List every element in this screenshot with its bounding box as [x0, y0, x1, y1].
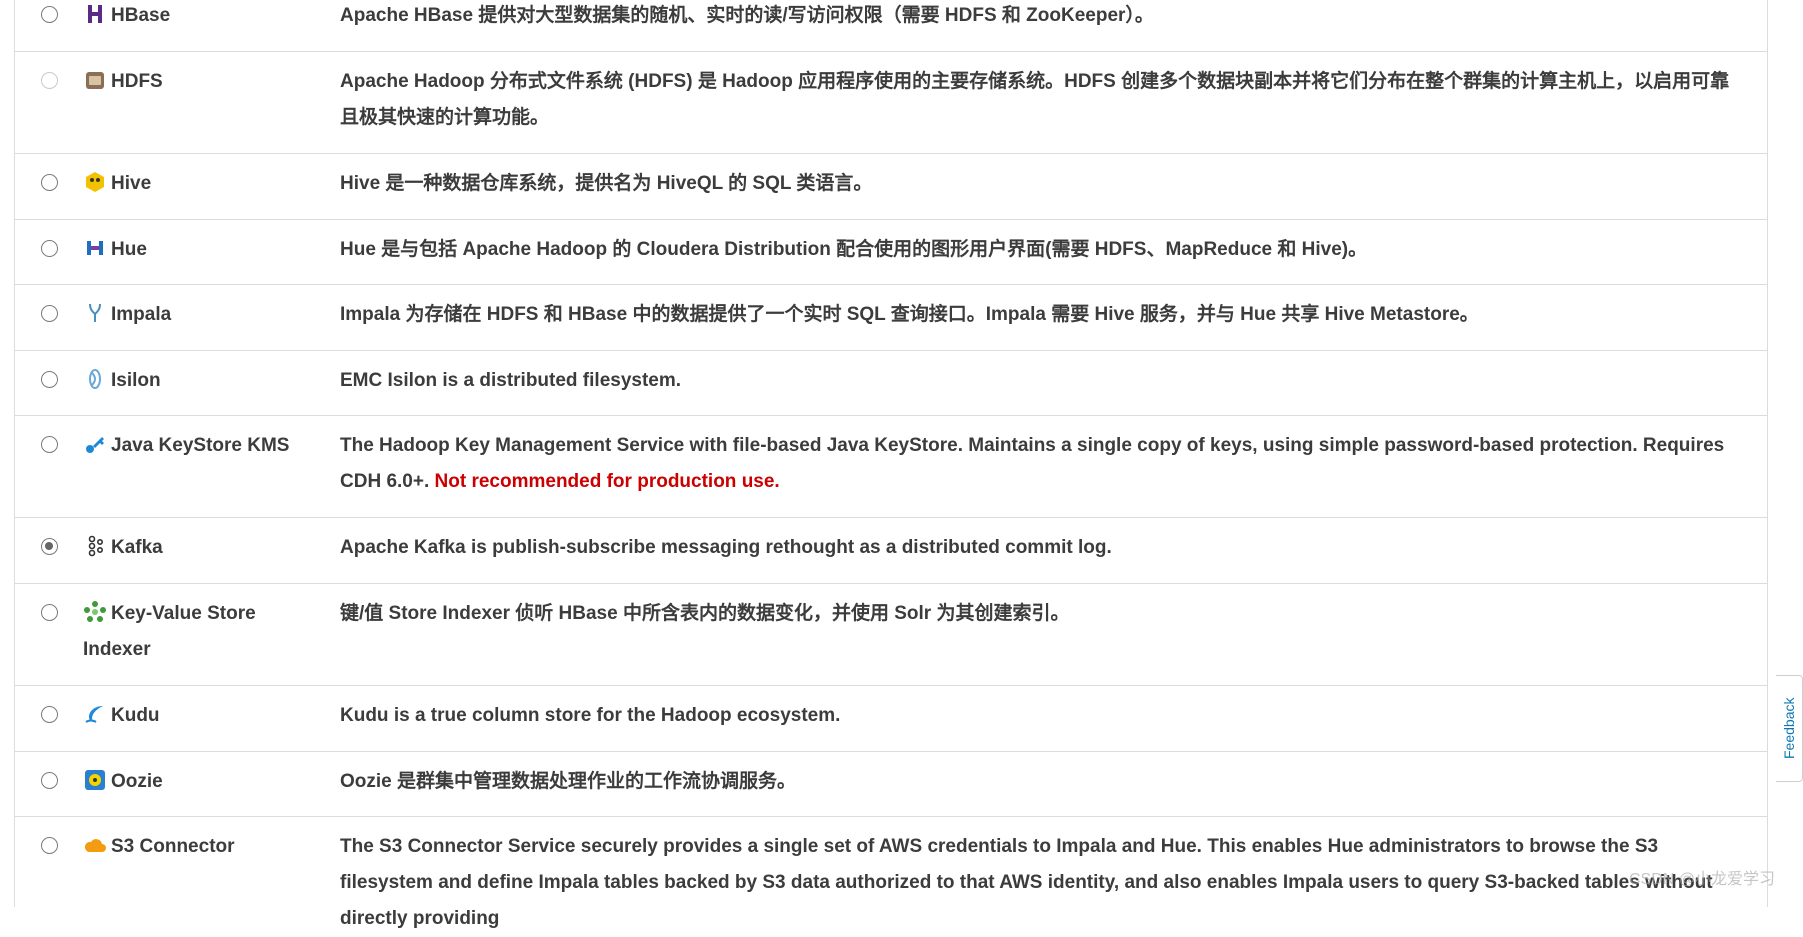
service-radio-hbase[interactable]: [41, 6, 58, 23]
service-name: Hue: [111, 239, 147, 260]
service-name: Isilon: [111, 370, 161, 391]
service-row-impala[interactable]: Impala Impala 为存储在 HDFS 和 HBase 中的数据提供了一…: [15, 285, 1767, 351]
feedback-tab[interactable]: Feedback: [1776, 675, 1803, 782]
hdfs-icon: [86, 72, 104, 89]
service-name-cell: S3 Connector: [83, 829, 298, 865]
service-row-java-keystore-kms[interactable]: Java KeyStore KMS The Hadoop Key Managem…: [15, 416, 1767, 518]
service-row-hue[interactable]: Hue Hue 是与包括 Apache Hadoop 的 Cloudera Di…: [15, 220, 1767, 285]
service-radio-kudu[interactable]: [41, 706, 58, 723]
service-name: Kafka: [111, 537, 163, 558]
service-name-cell: Kudu: [83, 698, 298, 734]
service-radio-isilon[interactable]: [41, 371, 58, 388]
service-table: HBase Apache HBase 提供对大型数据集的随机、实时的读/写访问权…: [14, 0, 1768, 929]
service-row-key-value-store-indexer[interactable]: Key-Value Store Indexer 键/值 Store Indexe…: [15, 584, 1767, 686]
s3-connector-icon: [84, 839, 106, 852]
service-name-cell: Isilon: [83, 363, 298, 399]
service-description: EMC Isilon is a distributed filesystem.: [340, 370, 682, 391]
service-name-cell: Oozie: [83, 764, 298, 800]
service-name-cell: Hue: [83, 232, 298, 268]
service-description: Apache Hadoop 分布式文件系统 (HDFS) 是 Hadoop 应用…: [340, 71, 1730, 128]
service-name: Oozie: [111, 771, 163, 792]
service-description: Impala 为存储在 HDFS 和 HBase 中的数据提供了一个实时 SQL…: [340, 304, 1479, 325]
service-row-oozie[interactable]: Oozie Oozie 是群集中管理数据处理作业的工作流协调服务。: [15, 752, 1767, 817]
java-keystore-icon: [86, 437, 104, 453]
service-description: The S3 Connector Service securely provid…: [340, 836, 1713, 929]
hive-icon: [86, 172, 104, 192]
service-name-cell: Key-Value Store Indexer: [83, 596, 298, 668]
service-name: Key-Value Store Indexer: [83, 603, 256, 660]
isilon-icon: [89, 369, 101, 389]
kudu-icon: [85, 706, 103, 723]
service-name-cell: Kafka: [83, 530, 298, 566]
service-description: Kudu is a true column store for the Hado…: [340, 705, 841, 726]
service-radio-hdfs: [41, 72, 58, 89]
kafka-icon: [88, 535, 104, 557]
service-description: The Hadoop Key Management Service with f…: [340, 428, 1737, 500]
service-description: 键/值 Store Indexer 侦听 HBase 中所含表内的数据变化，并使…: [340, 603, 1070, 624]
service-row-hive[interactable]: Hive Hive 是一种数据仓库系统，提供名为 HiveQL 的 SQL 类语…: [15, 154, 1767, 220]
service-name-cell: Impala: [83, 297, 298, 333]
service-radio-s3-connector[interactable]: [41, 837, 58, 854]
impala-icon: [89, 303, 101, 322]
key-value-store-icon: [84, 601, 106, 622]
hbase-icon: [88, 5, 102, 23]
service-description: Oozie 是群集中管理数据处理作业的工作流协调服务。: [340, 771, 797, 792]
production-warning: Not recommended for production use.: [434, 471, 780, 492]
service-row-kudu[interactable]: Kudu Kudu is a true column store for the…: [15, 686, 1767, 752]
service-name-cell: Hive: [83, 166, 298, 202]
service-radio-key-value-store-indexer[interactable]: [41, 604, 58, 621]
service-description: Apache HBase 提供对大型数据集的随机、实时的读/写访问权限（需要 H…: [340, 5, 1154, 26]
service-name-cell: HBase: [83, 0, 298, 34]
service-name: Kudu: [111, 705, 160, 726]
service-name-cell: Java KeyStore KMS: [83, 428, 323, 464]
service-radio-hue[interactable]: [41, 240, 58, 257]
service-name-cell: HDFS: [83, 64, 298, 100]
oozie-icon: [85, 770, 105, 790]
service-name: HDFS: [111, 71, 163, 92]
service-radio-hive[interactable]: [41, 174, 58, 191]
service-name: HBase: [111, 5, 171, 26]
hue-icon: [87, 241, 103, 255]
service-name: S3 Connector: [111, 836, 235, 857]
service-name: Hive: [111, 173, 152, 194]
service-name: Impala: [111, 304, 172, 325]
service-radio-impala[interactable]: [41, 305, 58, 322]
watermark: CSDN @小龙爱学习: [1628, 871, 1775, 888]
service-radio-java-keystore-kms[interactable]: [41, 436, 58, 453]
service-name: Java KeyStore KMS: [111, 435, 290, 456]
service-row-s3-connector[interactable]: S3 Connector The S3 Connector Service se…: [15, 817, 1767, 929]
service-radio-oozie[interactable]: [41, 772, 58, 789]
service-row-hbase[interactable]: HBase Apache HBase 提供对大型数据集的随机、实时的读/写访问权…: [15, 0, 1767, 52]
service-radio-kafka[interactable]: [41, 538, 58, 555]
service-description: Apache Kafka is publish-subscribe messag…: [340, 537, 1112, 558]
service-row-kafka[interactable]: Kafka Apache Kafka is publish-subscribe …: [15, 518, 1767, 584]
service-row-hdfs: HDFS Apache Hadoop 分布式文件系统 (HDFS) 是 Hado…: [15, 52, 1767, 154]
service-description: Hive 是一种数据仓库系统，提供名为 HiveQL 的 SQL 类语言。: [340, 173, 873, 194]
service-description: Hue 是与包括 Apache Hadoop 的 Cloudera Distri…: [340, 239, 1368, 260]
service-row-isilon[interactable]: Isilon EMC Isilon is a distributed files…: [15, 351, 1767, 416]
